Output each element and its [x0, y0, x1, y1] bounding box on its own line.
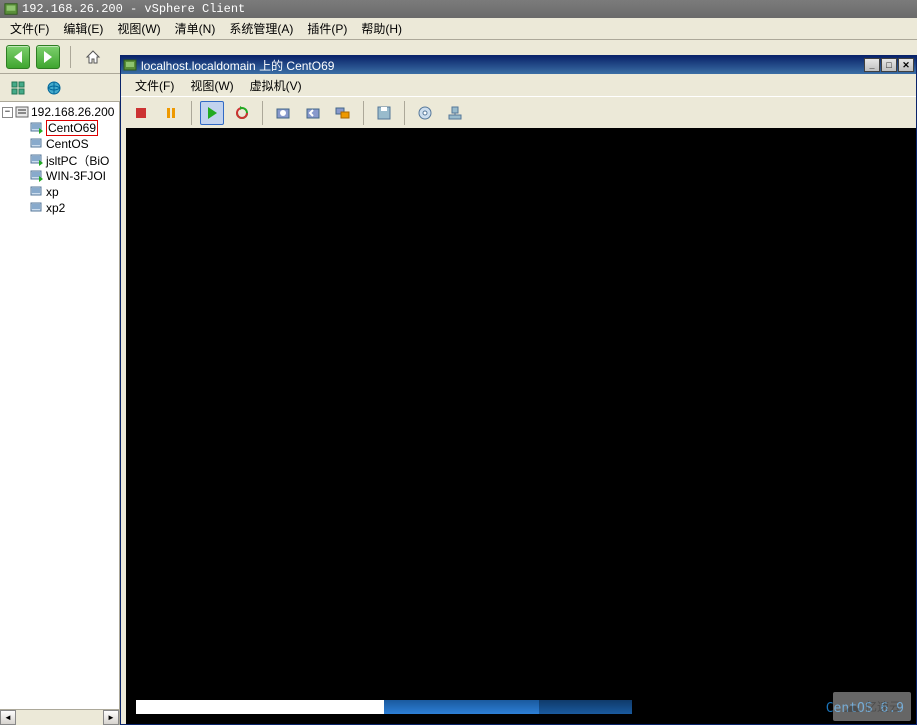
tree-vm-row[interactable]: xp	[0, 184, 119, 200]
tree-host-row[interactable]: − 192.168.26.200	[0, 104, 119, 120]
menu-plugins[interactable]: 插件(P)	[301, 18, 353, 39]
inventory-button[interactable]	[6, 76, 30, 100]
cd-icon	[417, 105, 433, 121]
refresh-button[interactable]	[42, 76, 66, 100]
host-icon	[15, 105, 29, 119]
arrow-left-icon	[14, 51, 22, 63]
console-screen[interactable]: CentOS 6.9	[126, 128, 916, 724]
pause-button[interactable]	[159, 101, 183, 125]
snapshot-button[interactable]	[271, 101, 295, 125]
inventory-tree[interactable]: − 192.168.26.200 CentO69CentOSjsltPC（BiO…	[0, 102, 119, 218]
cloud-icon: ☁	[843, 696, 861, 717]
console-menu-view[interactable]: 视图(W)	[184, 75, 239, 96]
power-off-button[interactable]	[129, 101, 153, 125]
progress-white	[136, 700, 384, 714]
console-menu-vm[interactable]: 虚拟机(V)	[244, 75, 308, 96]
toolbar-separator	[363, 101, 364, 125]
console-vm-icon	[123, 58, 137, 72]
watermark: ☁ 亿速云	[833, 692, 911, 721]
toolbar-separator	[262, 101, 263, 125]
progress-empty	[632, 700, 756, 714]
toolbar-separator	[191, 101, 192, 125]
vm-icon	[30, 169, 44, 183]
main-title-text: 192.168.26.200 - vSphere Client	[22, 2, 245, 16]
progress-darkblue	[539, 700, 632, 714]
console-title-text: localhost.localdomain 上的 CentO69	[141, 57, 334, 74]
tree-vm-row[interactable]: CentO69	[0, 120, 119, 136]
menu-view[interactable]: 视图(W)	[111, 18, 166, 39]
scroll-right-icon[interactable]: ►	[103, 710, 119, 725]
revert-snapshot-button[interactable]	[301, 101, 325, 125]
power-on-button[interactable]	[200, 101, 224, 125]
boot-progress-bar	[136, 700, 756, 714]
vm-icon	[30, 201, 44, 215]
stop-icon	[133, 105, 149, 121]
home-button[interactable]	[81, 45, 105, 69]
console-toolbar	[121, 96, 916, 128]
vm-icon	[30, 185, 44, 199]
home-icon	[85, 49, 101, 65]
vm-label: CentO69	[46, 120, 98, 136]
scroll-track[interactable]	[16, 710, 103, 725]
scroll-left-icon[interactable]: ◄	[0, 710, 16, 725]
snapshot-manager-icon	[335, 105, 351, 121]
console-window: localhost.localdomain 上的 CentO69 _ □ ✕ 文…	[120, 55, 917, 725]
floppy-icon	[376, 105, 392, 121]
tree-collapse-icon[interactable]: −	[2, 107, 13, 118]
vm-icon	[30, 153, 44, 167]
watermark-text: 亿速云	[865, 698, 901, 715]
console-display[interactable]	[126, 128, 916, 702]
inventory-sidebar: − 192.168.26.200 CentO69CentOSjsltPC（BiO…	[0, 102, 120, 725]
maximize-button[interactable]: □	[881, 58, 897, 72]
vm-label: WIN-3FJOI	[46, 169, 106, 183]
menu-inventory[interactable]: 清单(N)	[169, 18, 222, 39]
close-button[interactable]: ✕	[898, 58, 914, 72]
nav-back-button[interactable]	[6, 45, 30, 69]
vm-label: xp	[46, 185, 59, 199]
content-area: − 192.168.26.200 CentO69CentOSjsltPC（BiO…	[0, 102, 917, 725]
inventory-icon	[10, 80, 26, 96]
snapshot-icon	[275, 105, 291, 121]
window-buttons: _ □ ✕	[864, 58, 914, 72]
cd-button[interactable]	[413, 101, 437, 125]
tree-vm-row[interactable]: WIN-3FJOI	[0, 168, 119, 184]
tree-host-label: 192.168.26.200	[31, 105, 114, 119]
play-icon	[204, 105, 220, 121]
menu-admin[interactable]: 系统管理(A)	[223, 18, 299, 39]
nav-forward-button[interactable]	[36, 45, 60, 69]
reset-button[interactable]	[230, 101, 254, 125]
main-titlebar: 192.168.26.200 - vSphere Client	[0, 0, 917, 18]
vm-icon	[30, 137, 44, 151]
console-menubar: 文件(F) 视图(W) 虚拟机(V)	[121, 74, 916, 96]
sidebar-horizontal-scrollbar[interactable]: ◄ ►	[0, 709, 119, 725]
main-menubar: 文件(F) 编辑(E) 视图(W) 清单(N) 系统管理(A) 插件(P) 帮助…	[0, 18, 917, 40]
network-button[interactable]	[443, 101, 467, 125]
arrow-right-icon	[44, 51, 52, 63]
tree-vm-row[interactable]: jsltPC（BiO	[0, 152, 119, 168]
console-titlebar[interactable]: localhost.localdomain 上的 CentO69 _ □ ✕	[121, 56, 916, 74]
vm-label: CentOS	[46, 137, 89, 151]
revert-icon	[305, 105, 321, 121]
menu-file[interactable]: 文件(F)	[4, 18, 55, 39]
vm-label: xp2	[46, 201, 65, 215]
globe-refresh-icon	[46, 80, 62, 96]
floppy-button[interactable]	[372, 101, 396, 125]
vm-label: jsltPC（BiO	[46, 152, 109, 169]
reset-icon	[234, 105, 250, 121]
tree-vm-row[interactable]: xp2	[0, 200, 119, 216]
snapshot-manager-button[interactable]	[331, 101, 355, 125]
pause-icon	[163, 105, 179, 121]
vm-icon	[30, 121, 44, 135]
progress-blue	[384, 700, 539, 714]
menu-help[interactable]: 帮助(H)	[355, 18, 408, 39]
minimize-button[interactable]: _	[864, 58, 880, 72]
network-icon	[447, 105, 463, 121]
menu-edit[interactable]: 编辑(E)	[57, 18, 109, 39]
vsphere-icon	[4, 2, 18, 16]
console-area: localhost.localdomain 上的 CentO69 _ □ ✕ 文…	[120, 102, 917, 725]
console-menu-file[interactable]: 文件(F)	[129, 75, 180, 96]
toolbar-separator	[404, 101, 405, 125]
tree-vm-row[interactable]: CentOS	[0, 136, 119, 152]
toolbar-separator	[70, 46, 71, 68]
